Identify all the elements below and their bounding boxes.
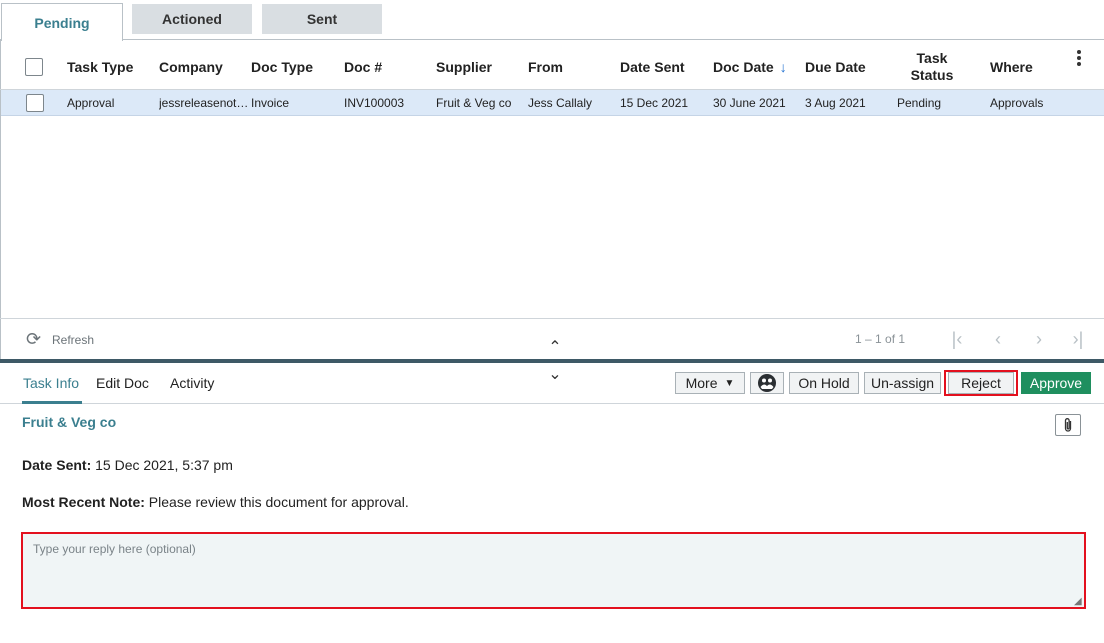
unassign-label: Un-assign	[870, 375, 935, 391]
first-page-icon[interactable]: |‹	[946, 328, 968, 350]
recent-note-line: Most Recent Note: Please review this doc…	[22, 494, 409, 510]
more-vertical-icon[interactable]	[1074, 48, 1084, 68]
column-label: Doc Date	[713, 59, 774, 75]
refresh-icon[interactable]: ⟳	[26, 330, 44, 348]
table-row[interactable]: Approval jessreleasenot… Invoice INV1000…	[1, 90, 1104, 116]
last-page-icon[interactable]: ›|	[1067, 328, 1089, 350]
tab-actioned[interactable]: Actioned	[132, 4, 252, 34]
column-label-line2: Status	[910, 67, 954, 83]
caret-down-icon: ▼	[724, 377, 735, 389]
cell-company: jessreleasenot…	[159, 96, 249, 110]
tab-pending-label: Pending	[34, 14, 90, 31]
column-label: From	[528, 59, 563, 75]
approve-label: Approve	[1029, 375, 1083, 391]
on-hold-label: On Hold	[798, 375, 850, 391]
tab-sent-label: Sent	[306, 11, 338, 27]
column-supplier[interactable]: Supplier	[436, 44, 492, 90]
on-hold-button[interactable]: On Hold	[789, 372, 859, 394]
pager-count: 1 – 1 of 1	[855, 332, 906, 346]
prev-page-icon[interactable]: ‹	[987, 328, 1009, 350]
column-doc-type[interactable]: Doc Type	[251, 44, 313, 90]
column-from[interactable]: From	[528, 44, 563, 90]
column-label: Where	[990, 59, 1033, 75]
column-label: Task Type	[67, 59, 134, 75]
cell-task-type: Approval	[67, 96, 115, 110]
more-button-label: More	[685, 375, 718, 391]
active-tab-indicator	[22, 401, 82, 404]
cell-task-status: Pending	[897, 96, 942, 110]
tab-activity[interactable]: Activity	[170, 375, 214, 391]
column-label: Doc #	[344, 59, 383, 75]
cell-from: Jess Callaly	[528, 96, 593, 110]
column-label: Supplier	[436, 59, 493, 75]
resize-grip-icon[interactable]: ◢	[1074, 597, 1084, 607]
select-all-checkbox[interactable]	[25, 58, 43, 76]
cell-due-date: 3 Aug 2021	[805, 96, 866, 110]
tab-pending[interactable]: Pending	[1, 3, 123, 41]
tab-actioned-label: Actioned	[162, 11, 222, 27]
table-header: Task Type Company Doc Type Doc # Supplie…	[0, 44, 1104, 90]
more-button[interactable]: More ▼	[675, 372, 745, 394]
refresh-button[interactable]: Refresh	[52, 333, 94, 347]
unassign-button[interactable]: Un-assign	[864, 372, 941, 394]
chevron-up-icon[interactable]: ⌃	[546, 340, 564, 356]
recent-note-label: Most Recent Note:	[22, 494, 145, 510]
panel-splitter[interactable]	[0, 359, 1104, 363]
column-due-date[interactable]: Due Date	[805, 44, 866, 90]
row-checkbox[interactable]	[26, 94, 44, 112]
column-label: Doc Type	[251, 59, 313, 75]
reply-input[interactable]	[21, 532, 1086, 609]
arrow-down-icon: ↓	[779, 59, 787, 75]
cell-supplier: Fruit & Veg co	[436, 96, 512, 110]
paperclip-icon	[1064, 418, 1072, 432]
column-label: Date Sent	[620, 59, 685, 75]
attachment-button[interactable]	[1055, 414, 1081, 436]
cell-doc-type: Invoice	[251, 96, 290, 110]
assign-user-button[interactable]	[750, 372, 784, 394]
column-where[interactable]: Where	[990, 44, 1033, 90]
recent-note-value: Please review this document for approval…	[148, 494, 409, 510]
tab-edit-doc[interactable]: Edit Doc	[96, 375, 149, 391]
reject-highlight	[944, 370, 1018, 396]
approve-button[interactable]: Approve	[1021, 372, 1091, 394]
column-label-line1: Task	[916, 50, 948, 66]
column-label: Due Date	[805, 59, 866, 75]
document-tabs: Pending Actioned Sent	[0, 0, 1104, 41]
cell-doc-number: INV100003	[344, 96, 405, 110]
date-sent-line: Date Sent: 15 Dec 2021, 5:37 pm	[22, 457, 233, 473]
date-sent-value: 15 Dec 2021, 5:37 pm	[95, 457, 233, 473]
column-task-type[interactable]: Task Type	[67, 44, 133, 90]
user-group-icon	[758, 374, 776, 392]
cell-where: Approvals	[990, 96, 1044, 110]
column-doc-date[interactable]: Doc Date ↓	[713, 44, 787, 90]
column-doc-number[interactable]: Doc #	[344, 44, 382, 90]
column-company[interactable]: Company	[159, 44, 223, 90]
tab-task-info[interactable]: Task Info	[23, 375, 79, 391]
next-page-icon[interactable]: ›	[1028, 328, 1050, 350]
tab-sent[interactable]: Sent	[262, 4, 382, 34]
column-label: Company	[159, 59, 223, 75]
cell-doc-date: 30 June 2021	[713, 96, 786, 110]
column-date-sent[interactable]: Date Sent	[620, 44, 685, 90]
cell-date-sent: 15 Dec 2021	[620, 96, 689, 110]
column-task-status[interactable]: Task Status	[897, 44, 967, 90]
date-sent-label: Date Sent:	[22, 457, 92, 473]
supplier-title: Fruit & Veg co	[22, 414, 117, 430]
